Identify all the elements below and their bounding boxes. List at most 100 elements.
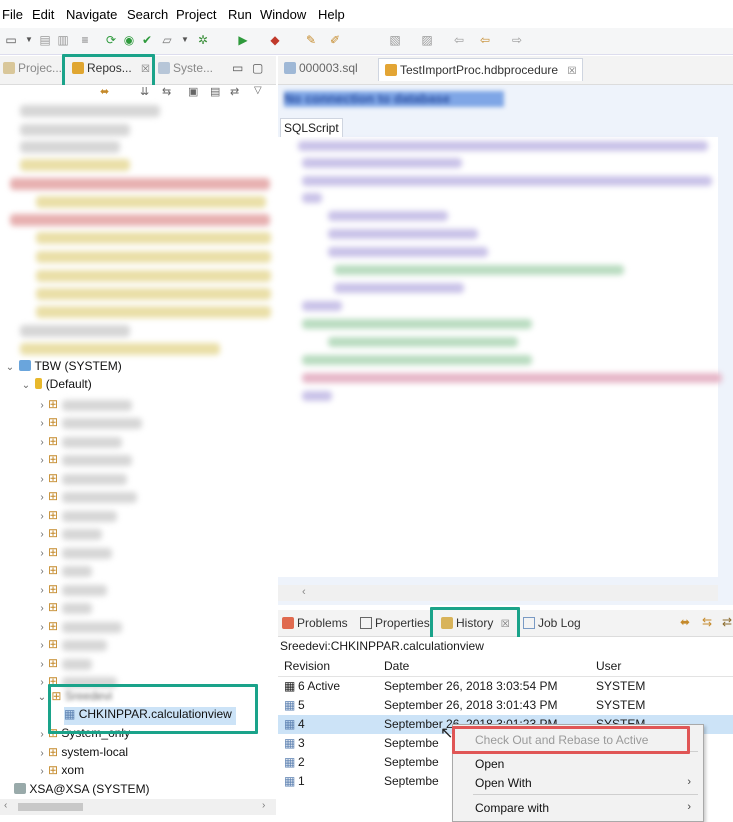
revision-icon: ▦	[284, 755, 296, 769]
activate-icon[interactable]: ≡	[78, 33, 92, 47]
tree-default-schema[interactable]: ⌄ (Default)	[20, 377, 92, 395]
blurred-tree-item	[10, 214, 270, 226]
menu-navigate[interactable]: Navigate	[66, 7, 117, 22]
sql-file-icon	[284, 62, 296, 74]
new-dropdown-icon[interactable]: ▼	[22, 33, 36, 47]
tree-package-blurred[interactable]: › ⊞	[36, 471, 58, 489]
menu-run[interactable]: Run	[228, 7, 252, 22]
history-row[interactable]: ▦ 6 Active September 26, 2018 3:03:54 PM…	[278, 677, 733, 696]
blurred-code-line	[328, 337, 518, 347]
scroll-left-icon[interactable]: ‹	[4, 800, 7, 811]
tree-package-blurred[interactable]: › ⊞	[36, 656, 58, 674]
back-icon[interactable]: ⇦	[478, 33, 492, 47]
tree-package-blurred[interactable]: › ⊞	[36, 434, 58, 452]
external-tools-icon[interactable]: ◆	[268, 33, 282, 47]
link-editor-icon[interactable]: ⬌	[100, 85, 109, 98]
forward-icon[interactable]: ⇨	[510, 33, 524, 47]
menu-window[interactable]: Window	[260, 7, 306, 22]
menu-item-compare-with[interactable]: Compare with	[475, 801, 549, 815]
blurred-tree-item	[62, 418, 142, 429]
link-history-icon[interactable]: ⬌	[680, 615, 690, 633]
prev-annotation-icon[interactable]: ▨	[420, 33, 434, 47]
menu-search[interactable]: Search	[127, 7, 168, 22]
tree-package-blurred[interactable]: › ⊞	[36, 397, 58, 415]
refresh-icon[interactable]: ⟳	[104, 33, 118, 47]
tab-problems[interactable]: Problems	[282, 616, 348, 634]
tree-package-xom[interactable]: › ⊞ xom	[36, 763, 84, 781]
tree-package-blurred[interactable]: › ⊞	[36, 582, 58, 600]
sql-editor[interactable]: No connection to database ‹	[278, 85, 733, 605]
scroll-left-icon[interactable]: ‹	[302, 586, 306, 598]
blurred-code-line	[334, 283, 464, 293]
tab-systems[interactable]: Syste...	[158, 61, 213, 79]
save-all-icon[interactable]: ▥	[56, 33, 70, 47]
menu-project[interactable]: Project	[176, 7, 216, 22]
menu-item-open-with[interactable]: Open With	[475, 776, 532, 790]
tree-package-blurred[interactable]: › ⊞	[36, 452, 58, 470]
menu-file[interactable]: File	[2, 7, 23, 22]
settings-icon[interactable]: ▤	[210, 85, 220, 98]
check-icon[interactable]: ✔	[140, 33, 154, 47]
view-menu-icon[interactable]: ▽	[254, 85, 262, 96]
collapse-all-icon[interactable]: ⇊	[140, 85, 149, 98]
scroll-right-icon[interactable]: ›	[262, 800, 265, 811]
debug-icon[interactable]: ✲	[196, 33, 210, 47]
tree-package-blurred[interactable]: › ⊞	[36, 508, 58, 526]
menu-edit[interactable]: Edit	[32, 7, 54, 22]
package-icon: ⊞	[48, 489, 59, 503]
tree-package-system-local[interactable]: › ⊞ system-local	[36, 745, 128, 763]
annotation-icon[interactable]: ▧	[388, 33, 402, 47]
sync-icon[interactable]: ⇆	[162, 85, 171, 98]
tree-package-blurred[interactable]: › ⊞	[36, 526, 58, 544]
tab-sqlscript[interactable]: SQLScript	[280, 118, 343, 137]
tree-package-blurred[interactable]: › ⊞	[36, 563, 58, 581]
open-type-icon[interactable]: ✎	[304, 33, 318, 47]
save-icon[interactable]: ▤	[38, 33, 52, 47]
search-tool-icon[interactable]: ✐	[328, 33, 342, 47]
tab-job-log[interactable]: Job Log	[523, 616, 581, 634]
expand-icon[interactable]: ⌄	[4, 362, 16, 373]
scrollbar-thumb[interactable]	[18, 803, 83, 811]
filter-icon[interactable]: ▣	[188, 85, 198, 98]
problems-icon	[282, 617, 294, 629]
tree-system-xsa[interactable]: XSA@XSA (SYSTEM)	[4, 782, 150, 800]
tree-package-blurred[interactable]: › ⊞	[36, 545, 58, 563]
tree-package-blurred[interactable]: › ⊞	[36, 600, 58, 618]
tree-system-tbw[interactable]: ⌄ TBW (SYSTEM)	[4, 359, 122, 377]
expand-icon[interactable]: ⌄	[36, 692, 48, 703]
column-header-user[interactable]: User	[596, 659, 621, 673]
tree-package-blurred[interactable]: › ⊞	[36, 637, 58, 655]
back-history-icon[interactable]: ⇦	[452, 33, 466, 47]
maximize-icon[interactable]: ▢	[252, 61, 263, 79]
editor-tabs: 000003.sql TestImportProc.hdbprocedure ☒	[278, 56, 733, 85]
tab-properties[interactable]: Properties	[360, 616, 430, 634]
expand-icon[interactable]: ⌄	[20, 380, 32, 391]
open-dropdown-icon[interactable]: ▼	[178, 33, 192, 47]
column-header-date[interactable]: Date	[384, 659, 409, 673]
close-icon[interactable]: ☒	[567, 66, 576, 77]
blurred-tree-item	[36, 196, 266, 208]
history-row[interactable]: ▦ 5 September 26, 2018 3:01:43 PM SYSTEM	[278, 696, 733, 715]
tree-package-blurred[interactable]: › ⊞	[36, 415, 58, 433]
revision-icon: ▦	[284, 679, 296, 693]
refresh-history-icon[interactable]: ⇄	[722, 615, 732, 633]
tab-000003-sql[interactable]: 000003.sql	[284, 61, 358, 79]
package-icon: ⊞	[48, 415, 59, 429]
editor-horizontal-scrollbar[interactable]: ‹	[278, 585, 718, 601]
tab-project-explorer[interactable]: Projec...	[3, 61, 62, 79]
open-icon[interactable]: ▱	[160, 33, 174, 47]
tree-package-blurred[interactable]: › ⊞	[36, 489, 58, 507]
tree-horizontal-scrollbar[interactable]: ‹ ›	[0, 799, 276, 815]
new-icon[interactable]: ▭	[4, 33, 18, 47]
refresh-view-icon[interactable]: ⇄	[230, 85, 239, 98]
run-icon[interactable]: ▶	[236, 33, 250, 47]
tree-package-blurred[interactable]: › ⊞	[36, 619, 58, 637]
minimize-icon[interactable]: ▭	[232, 61, 243, 79]
column-header-revision[interactable]: Revision	[284, 659, 330, 673]
menu-item-open[interactable]: Open	[475, 757, 504, 771]
pin-history-icon[interactable]: ⇆	[702, 615, 712, 633]
menu-help[interactable]: Help	[318, 7, 345, 22]
activate-all-icon[interactable]: ◉	[122, 33, 136, 47]
blurred-code-line	[328, 247, 488, 257]
tab-testimportproc[interactable]: TestImportProc.hdbprocedure ☒	[378, 58, 584, 81]
